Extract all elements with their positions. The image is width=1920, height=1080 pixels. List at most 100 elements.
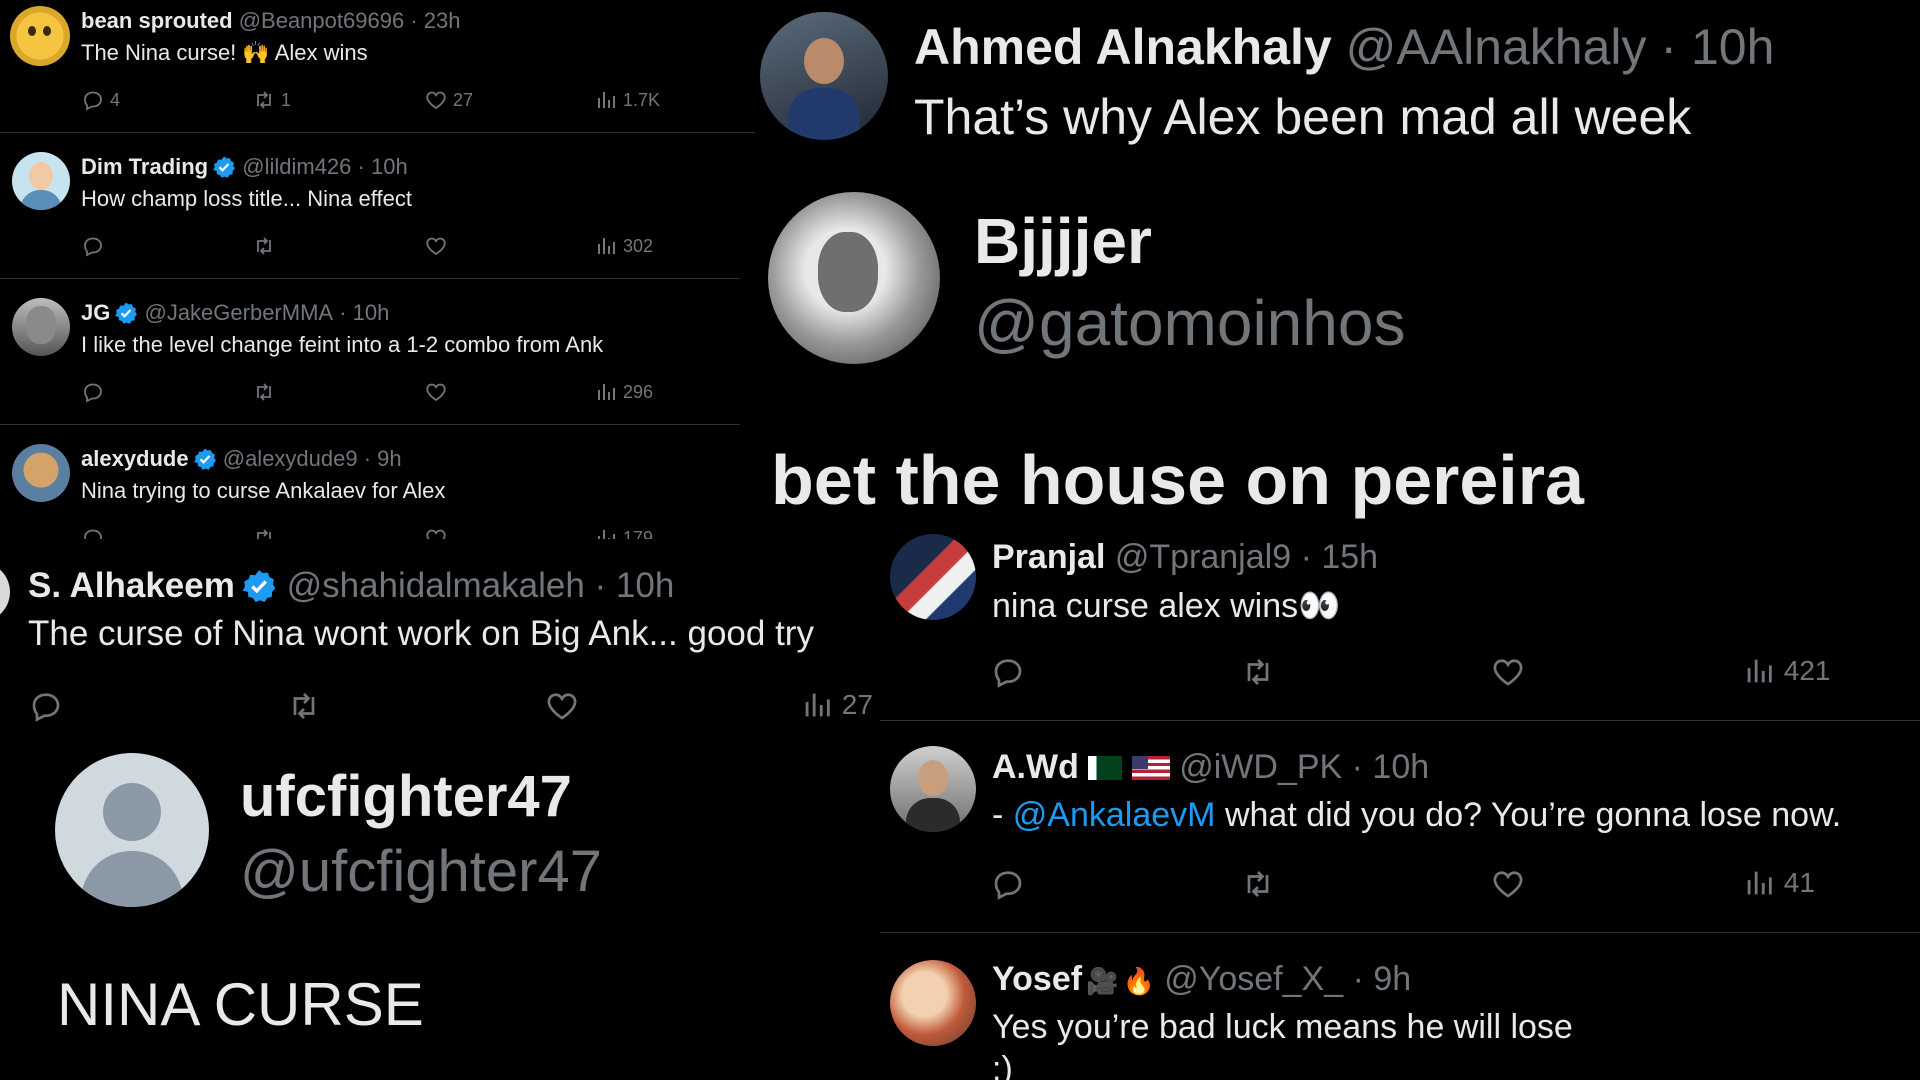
timestamp[interactable]: · 10h: [358, 154, 408, 180]
handle[interactable]: @iWD_PK: [1179, 748, 1342, 787]
handle[interactable]: @AAlnakhaly: [1346, 18, 1647, 76]
verified-badge-icon: [241, 568, 277, 604]
like-button[interactable]: [544, 688, 580, 724]
tweet-text: I like the level change feint into a 1-2…: [81, 332, 604, 357]
tweet[interactable]: alexydude @alexydude9 · 9h Nina trying t…: [0, 426, 740, 539]
emoji-face-icon: [28, 26, 36, 36]
display-name[interactable]: Bjjjjer: [974, 204, 1152, 278]
avatar[interactable]: [890, 960, 976, 1046]
handle[interactable]: @Beanpot69696: [239, 8, 404, 34]
display-name[interactable]: Yosef: [992, 960, 1082, 999]
reply-icon: [990, 654, 1026, 690]
retweet-button[interactable]: [252, 380, 276, 404]
avatar[interactable]: [12, 152, 70, 210]
like-button[interactable]: [1490, 654, 1526, 690]
tweet[interactable]: JG @JakeGerberMMA · 10h I like the level…: [0, 280, 740, 424]
avatar[interactable]: [55, 753, 209, 907]
timestamp[interactable]: · 10h: [595, 566, 675, 606]
timestamp[interactable]: · 15h: [1301, 538, 1379, 577]
display-name[interactable]: Dim Trading: [81, 154, 208, 180]
retweet-button[interactable]: [252, 526, 276, 539]
display-name[interactable]: JG: [81, 300, 110, 326]
retweet-button[interactable]: [1240, 654, 1276, 690]
handle[interactable]: @Yosef_X_: [1164, 960, 1343, 999]
avatar[interactable]: [890, 534, 976, 620]
emoji-face-icon: [43, 26, 51, 36]
tweet[interactable]: S. Alhakeem @shahidalmakaleh · 10h The c…: [0, 540, 880, 735]
divider: [0, 278, 740, 279]
like-button[interactable]: [424, 234, 448, 258]
reply-button[interactable]: 4: [81, 88, 120, 112]
tweet[interactable]: bean sprouted @Beanpot69696 · 23h The Ni…: [0, 0, 740, 132]
tweet-text: The Nina curse! 🙌 Alex wins: [81, 40, 368, 65]
retweet-icon: [252, 526, 276, 539]
pakistan-flag-icon: [1088, 755, 1123, 780]
timestamp[interactable]: · 9h: [364, 446, 402, 472]
handle[interactable]: @JakeGerberMMA: [144, 300, 333, 326]
like-button[interactable]: [424, 380, 448, 404]
reply-button[interactable]: [28, 688, 64, 724]
views-button[interactable]: 421: [1742, 654, 1831, 688]
avatar[interactable]: [760, 12, 888, 140]
mention-link[interactable]: @AnkalaevM: [1013, 796, 1216, 835]
verified-badge-icon: [114, 301, 138, 325]
avatar[interactable]: [10, 6, 70, 66]
tweet[interactable]: Bjjjjer @gatomoinhos bet the house on pe…: [756, 160, 1920, 520]
avatar[interactable]: [0, 562, 10, 622]
timestamp[interactable]: · 23h: [410, 8, 460, 34]
like-icon: [1490, 654, 1526, 690]
views-icon: [800, 688, 834, 722]
reply-button[interactable]: [990, 654, 1026, 690]
handle[interactable]: @alexydude9: [223, 446, 358, 472]
tweet[interactable]: Dim Trading @lildim426 · 10h How champ l…: [0, 134, 740, 278]
retweet-icon: [252, 380, 276, 404]
avatar[interactable]: [768, 192, 940, 364]
tweet[interactable]: A.Wd @iWD_PK · 10h - @AnkalaevM what did…: [880, 722, 1920, 930]
handle[interactable]: @Tpranjal9: [1115, 538, 1291, 577]
views-icon: [594, 526, 618, 539]
tweet-text: How champ loss title... Nina effect: [81, 186, 412, 211]
timestamp[interactable]: · 10h: [339, 300, 389, 326]
avatar[interactable]: [12, 298, 70, 356]
handle[interactable]: @shahidalmakaleh: [287, 566, 585, 606]
like-button[interactable]: 27: [424, 88, 473, 112]
reply-button[interactable]: [81, 526, 105, 539]
timestamp[interactable]: · 9h: [1353, 960, 1412, 999]
retweet-button[interactable]: [286, 688, 322, 724]
display-name[interactable]: alexydude: [81, 446, 189, 472]
retweet-button[interactable]: [1240, 866, 1276, 902]
retweet-button[interactable]: [252, 234, 276, 258]
reply-button[interactable]: [81, 380, 105, 404]
like-icon: [424, 234, 448, 258]
display-name[interactable]: Pranjal: [992, 538, 1105, 577]
handle[interactable]: @ufcfighter47: [240, 838, 602, 905]
avatar[interactable]: [890, 746, 976, 832]
views-button[interactable]: 27: [800, 688, 873, 722]
timestamp[interactable]: · 10h: [1352, 748, 1430, 787]
tweet[interactable]: Pranjal @Tpranjal9 · 15h nina curse alex…: [880, 520, 1920, 720]
views-button[interactable]: 302: [594, 234, 653, 258]
reply-button[interactable]: [81, 234, 105, 258]
reply-icon: [990, 866, 1026, 902]
timestamp[interactable]: · 10h: [1660, 18, 1774, 76]
like-icon: [424, 380, 448, 404]
views-button[interactable]: 1.7K: [594, 88, 660, 112]
tweet[interactable]: Yosef 🎥 🔥 @Yosef_X_ · 9h Yes you’re bad …: [880, 934, 1920, 1080]
like-button[interactable]: [1490, 866, 1526, 902]
display-name[interactable]: Ahmed Alnakhaly: [914, 18, 1332, 76]
avatar[interactable]: [12, 444, 70, 502]
views-button[interactable]: 296: [594, 380, 653, 404]
tweet[interactable]: ufcfighter47 @ufcfighter47 NINA CURSE: [0, 735, 880, 1080]
views-button[interactable]: 179: [594, 526, 653, 539]
display-name[interactable]: S. Alhakeem: [28, 566, 235, 606]
reply-button[interactable]: [990, 866, 1026, 902]
display-name[interactable]: A.Wd: [992, 748, 1079, 787]
display-name[interactable]: bean sprouted: [81, 8, 233, 34]
views-button[interactable]: 41: [1742, 866, 1815, 900]
like-button[interactable]: [424, 526, 448, 539]
display-name[interactable]: ufcfighter47: [240, 763, 572, 830]
tweet[interactable]: Ahmed Alnakhaly @AAlnakhaly · 10h That’s…: [756, 0, 1920, 160]
handle[interactable]: @gatomoinhos: [974, 286, 1405, 360]
handle[interactable]: @lildim426: [242, 154, 351, 180]
retweet-button[interactable]: 1: [252, 88, 291, 112]
